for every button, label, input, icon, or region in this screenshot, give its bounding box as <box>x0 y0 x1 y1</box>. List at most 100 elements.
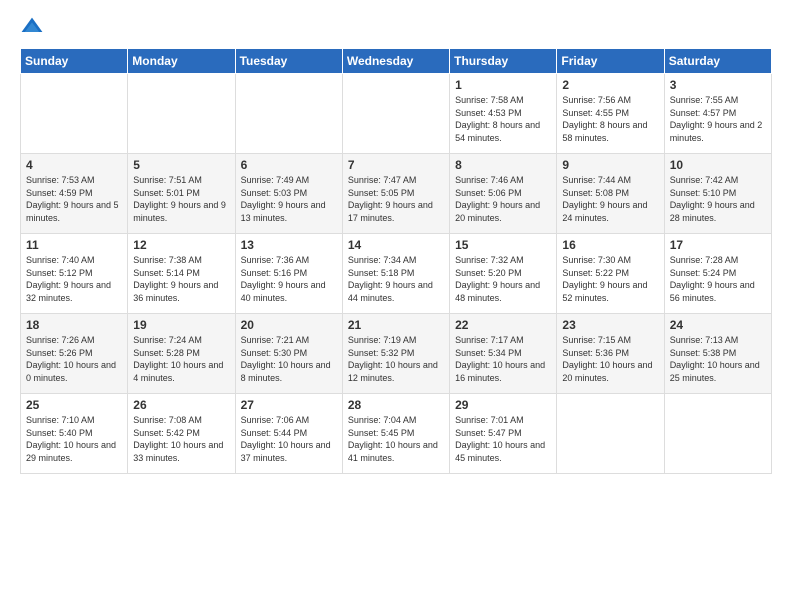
day-number: 10 <box>670 158 766 172</box>
calendar-cell: 17Sunrise: 7:28 AM Sunset: 5:24 PM Dayli… <box>664 234 771 314</box>
calendar-cell: 29 Sunrise: 7:01 AM Sunset: 5:47 PM Dayli… <box>450 394 557 474</box>
calendar-cell: 28 Sunrise: 7:04 AM Sunset: 5:45 PM Dayli… <box>342 394 449 474</box>
day-number: 15 <box>455 238 551 252</box>
calendar-cell: 18 Sunrise: 7:26 AM Sunset: 5:26 PM Dayli… <box>21 314 128 394</box>
calendar-cell: 2 Sunrise: 7:56 AM Sunset: 4:55 PM Daylig… <box>557 74 664 154</box>
day-number: 2 <box>562 78 658 92</box>
day-number: 8 <box>455 158 551 172</box>
day-number: 14 <box>348 238 444 252</box>
day-info: Sunrise: 7:44 AM Sunset: 5:08 PM Dayligh… <box>562 174 658 224</box>
calendar-cell: 23 Sunrise: 7:15 AM Sunset: 5:36 PM Dayli… <box>557 314 664 394</box>
calendar-cell: 25 Sunrise: 7:10 AM Sunset: 5:40 PM Dayli… <box>21 394 128 474</box>
column-header-saturday: Saturday <box>664 49 771 74</box>
day-number: 16 <box>562 238 658 252</box>
calendar-cell: 14 Sunrise: 7:34 AM Sunset: 5:18 PM Dayli… <box>342 234 449 314</box>
day-number: 18 <box>26 318 122 332</box>
day-number: 20 <box>241 318 337 332</box>
calendar-cell: 24 Sunrise: 7:13 AM Sunset: 5:38 PM Dayli… <box>664 314 771 394</box>
day-info: Sunrise: 7:28 AM Sunset: 5:24 PM Dayligh… <box>670 254 766 304</box>
day-info: Sunrise: 7:42 AM Sunset: 5:10 PM Dayligh… <box>670 174 766 224</box>
column-header-thursday: Thursday <box>450 49 557 74</box>
day-info: Sunrise: 7:13 AM Sunset: 5:38 PM Dayligh… <box>670 334 766 384</box>
day-info: Sunrise: 7:53 AM Sunset: 4:59 PM Dayligh… <box>26 174 122 224</box>
column-header-friday: Friday <box>557 49 664 74</box>
calendar-cell: 3 Sunrise: 7:55 AM Sunset: 4:57 PM Daylig… <box>664 74 771 154</box>
calendar-cell <box>21 74 128 154</box>
day-info: Sunrise: 7:30 AM Sunset: 5:22 PM Dayligh… <box>562 254 658 304</box>
calendar-cell: 8Sunrise: 7:46 AM Sunset: 5:06 PM Daylig… <box>450 154 557 234</box>
logo-icon <box>20 16 44 40</box>
day-info: Sunrise: 7:01 AM Sunset: 5:47 PM Dayligh… <box>455 414 551 464</box>
calendar-cell: 9Sunrise: 7:44 AM Sunset: 5:08 PM Daylig… <box>557 154 664 234</box>
day-number: 1 <box>455 78 551 92</box>
day-number: 28 <box>348 398 444 412</box>
day-number: 6 <box>241 158 337 172</box>
day-number: 24 <box>670 318 766 332</box>
calendar-week-row: 1 Sunrise: 7:58 AM Sunset: 4:53 PM Daylig… <box>21 74 772 154</box>
day-info: Sunrise: 7:34 AM Sunset: 5:18 PM Dayligh… <box>348 254 444 304</box>
day-number: 25 <box>26 398 122 412</box>
page-header <box>20 16 772 40</box>
calendar-header-row: SundayMondayTuesdayWednesdayThursdayFrid… <box>21 49 772 74</box>
calendar-cell: 1 Sunrise: 7:58 AM Sunset: 4:53 PM Daylig… <box>450 74 557 154</box>
day-number: 21 <box>348 318 444 332</box>
day-number: 7 <box>348 158 444 172</box>
day-info: Sunrise: 7:51 AM Sunset: 5:01 PM Dayligh… <box>133 174 229 224</box>
day-number: 12 <box>133 238 229 252</box>
calendar-week-row: 4 Sunrise: 7:53 AM Sunset: 4:59 PM Daylig… <box>21 154 772 234</box>
day-number: 19 <box>133 318 229 332</box>
column-header-wednesday: Wednesday <box>342 49 449 74</box>
calendar-table: SundayMondayTuesdayWednesdayThursdayFrid… <box>20 48 772 474</box>
calendar-cell: 5 Sunrise: 7:51 AM Sunset: 5:01 PM Daylig… <box>128 154 235 234</box>
calendar-week-row: 18 Sunrise: 7:26 AM Sunset: 5:26 PM Dayli… <box>21 314 772 394</box>
day-info: Sunrise: 7:56 AM Sunset: 4:55 PM Dayligh… <box>562 94 658 144</box>
day-number: 3 <box>670 78 766 92</box>
day-number: 23 <box>562 318 658 332</box>
calendar-cell: 22 Sunrise: 7:17 AM Sunset: 5:34 PM Dayli… <box>450 314 557 394</box>
day-number: 27 <box>241 398 337 412</box>
calendar-cell: 19 Sunrise: 7:24 AM Sunset: 5:28 PM Dayli… <box>128 314 235 394</box>
calendar-cell: 16 Sunrise: 7:30 AM Sunset: 5:22 PM Dayli… <box>557 234 664 314</box>
day-number: 22 <box>455 318 551 332</box>
calendar-cell: 27 Sunrise: 7:06 AM Sunset: 5:44 PM Dayli… <box>235 394 342 474</box>
day-info: Sunrise: 7:17 AM Sunset: 5:34 PM Dayligh… <box>455 334 551 384</box>
day-info: Sunrise: 7:24 AM Sunset: 5:28 PM Dayligh… <box>133 334 229 384</box>
calendar-cell <box>235 74 342 154</box>
calendar-week-row: 25 Sunrise: 7:10 AM Sunset: 5:40 PM Dayli… <box>21 394 772 474</box>
day-info: Sunrise: 7:15 AM Sunset: 5:36 PM Dayligh… <box>562 334 658 384</box>
day-info: Sunrise: 7:21 AM Sunset: 5:30 PM Dayligh… <box>241 334 337 384</box>
calendar-cell: 7 Sunrise: 7:47 AM Sunset: 5:05 PM Daylig… <box>342 154 449 234</box>
day-info: Sunrise: 7:19 AM Sunset: 5:32 PM Dayligh… <box>348 334 444 384</box>
day-info: Sunrise: 7:47 AM Sunset: 5:05 PM Dayligh… <box>348 174 444 224</box>
day-info: Sunrise: 7:26 AM Sunset: 5:26 PM Dayligh… <box>26 334 122 384</box>
calendar-cell: 11Sunrise: 7:40 AM Sunset: 5:12 PM Dayli… <box>21 234 128 314</box>
day-number: 11 <box>26 238 122 252</box>
day-info: Sunrise: 7:32 AM Sunset: 5:20 PM Dayligh… <box>455 254 551 304</box>
day-number: 4 <box>26 158 122 172</box>
day-info: Sunrise: 7:36 AM Sunset: 5:16 PM Dayligh… <box>241 254 337 304</box>
column-header-sunday: Sunday <box>21 49 128 74</box>
calendar-cell <box>128 74 235 154</box>
calendar-cell: 20 Sunrise: 7:21 AM Sunset: 5:30 PM Dayli… <box>235 314 342 394</box>
calendar-cell: 13Sunrise: 7:36 AM Sunset: 5:16 PM Dayli… <box>235 234 342 314</box>
day-info: Sunrise: 7:49 AM Sunset: 5:03 PM Dayligh… <box>241 174 337 224</box>
logo <box>20 16 48 40</box>
calendar-cell: 26 Sunrise: 7:08 AM Sunset: 5:42 PM Dayli… <box>128 394 235 474</box>
calendar-cell: 10 Sunrise: 7:42 AM Sunset: 5:10 PM Dayli… <box>664 154 771 234</box>
calendar-cell: 4 Sunrise: 7:53 AM Sunset: 4:59 PM Daylig… <box>21 154 128 234</box>
day-info: Sunrise: 7:08 AM Sunset: 5:42 PM Dayligh… <box>133 414 229 464</box>
day-number: 5 <box>133 158 229 172</box>
day-info: Sunrise: 7:55 AM Sunset: 4:57 PM Dayligh… <box>670 94 766 144</box>
calendar-week-row: 11Sunrise: 7:40 AM Sunset: 5:12 PM Dayli… <box>21 234 772 314</box>
calendar-cell: 21 Sunrise: 7:19 AM Sunset: 5:32 PM Dayli… <box>342 314 449 394</box>
day-info: Sunrise: 7:04 AM Sunset: 5:45 PM Dayligh… <box>348 414 444 464</box>
day-number: 26 <box>133 398 229 412</box>
column-header-monday: Monday <box>128 49 235 74</box>
day-number: 29 <box>455 398 551 412</box>
calendar-cell: 6 Sunrise: 7:49 AM Sunset: 5:03 PM Daylig… <box>235 154 342 234</box>
day-info: Sunrise: 7:58 AM Sunset: 4:53 PM Dayligh… <box>455 94 551 144</box>
day-info: Sunrise: 7:06 AM Sunset: 5:44 PM Dayligh… <box>241 414 337 464</box>
day-info: Sunrise: 7:10 AM Sunset: 5:40 PM Dayligh… <box>26 414 122 464</box>
calendar-cell <box>557 394 664 474</box>
day-info: Sunrise: 7:38 AM Sunset: 5:14 PM Dayligh… <box>133 254 229 304</box>
